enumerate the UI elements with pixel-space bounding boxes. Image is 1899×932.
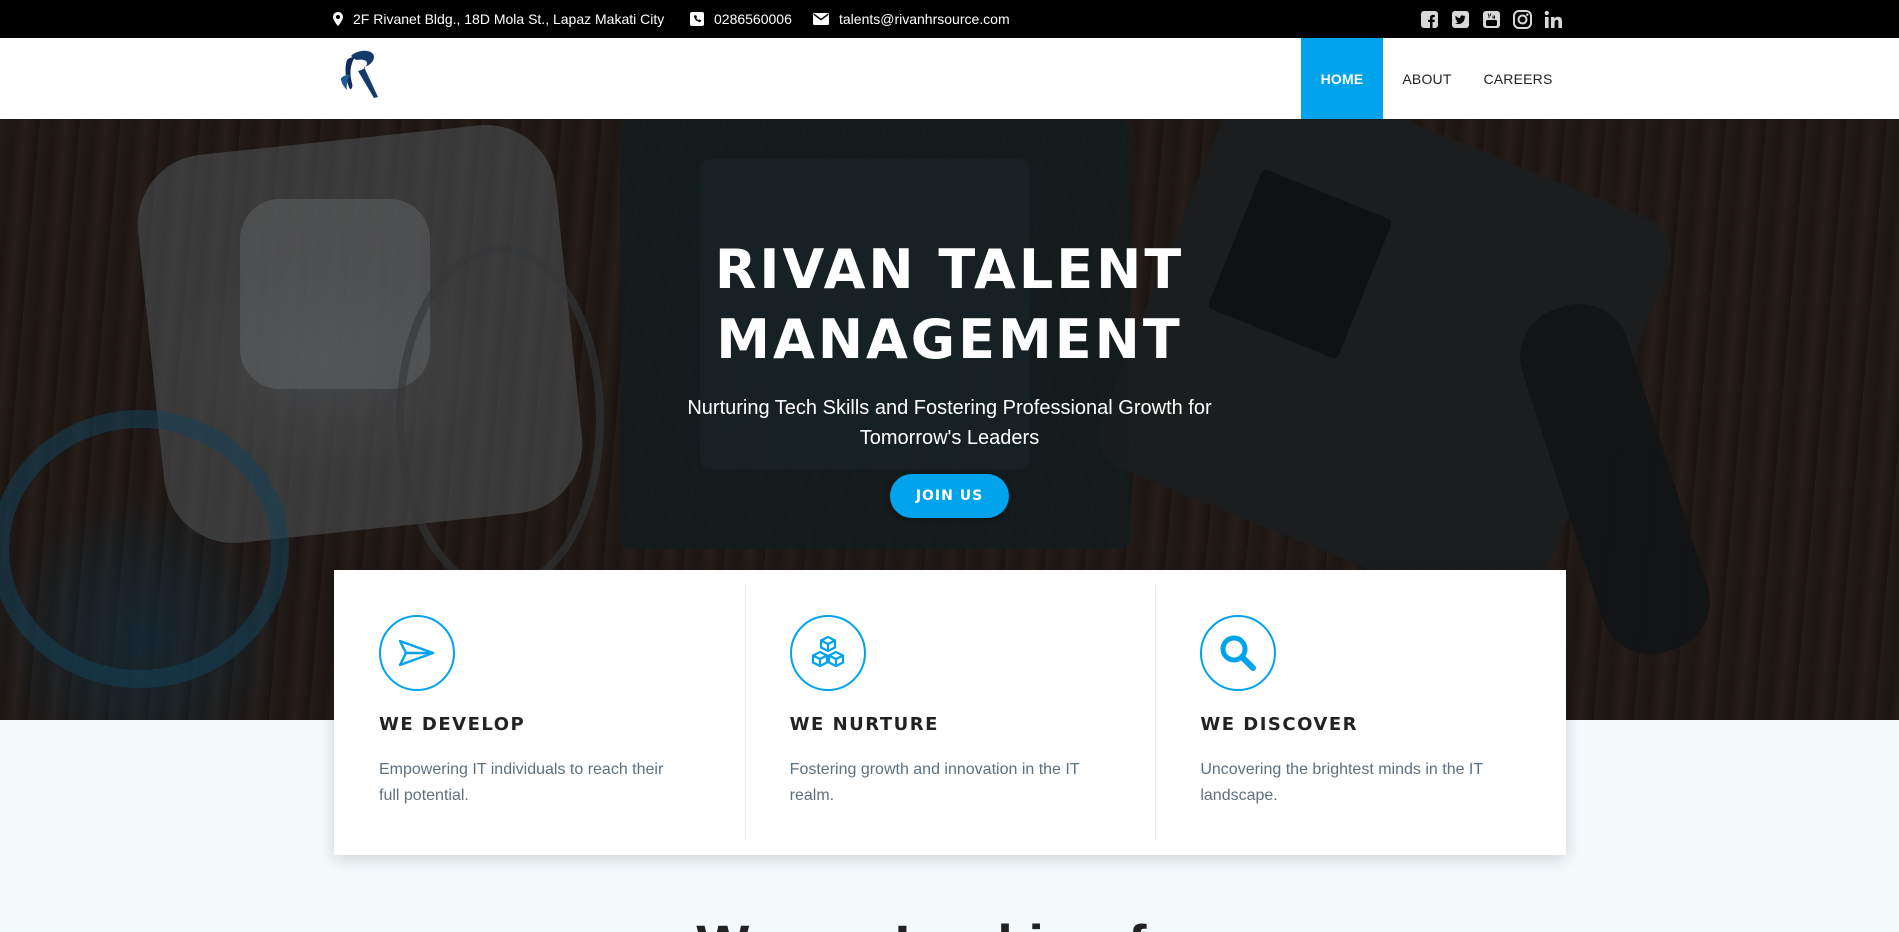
feature-discover: WE DISCOVER Uncovering the brightest min… [1155, 570, 1566, 855]
paper-plane-icon [379, 615, 455, 691]
email-text: talents@rivanhrsource.com [839, 11, 1010, 27]
hero-subtitle: Nurturing Tech Skills and Fostering Prof… [0, 393, 1899, 453]
feature-description-line-2: landscape. [1200, 787, 1278, 804]
feature-description-line-2: full potential. [379, 787, 469, 804]
feature-description-line-1: Fostering growth and innovation in the I… [789, 761, 1080, 778]
address-info: 2F Rivanet Bldg., 18D Mola St., Lapaz Ma… [333, 0, 664, 38]
feature-title: WE DEVELOP [379, 714, 526, 735]
hero-title: RIVAN TALENT MANAGEMENT [0, 235, 1899, 375]
search-icon [1200, 615, 1277, 691]
linkedin-icon[interactable] [1544, 10, 1563, 29]
nav-about[interactable]: ABOUT [1383, 38, 1471, 119]
join-us-button[interactable]: JOIN US [890, 474, 1009, 518]
twitter-icon[interactable] [1451, 10, 1470, 29]
social-links [1420, 0, 1563, 38]
feature-description-line-2: realm. [789, 787, 835, 804]
site-header: HOME ABOUT CAREERS [0, 38, 1899, 119]
feature-description: Empowering IT individuals to reach their… [379, 757, 700, 809]
phone-info[interactable]: 0286560006 [690, 0, 792, 38]
feature-description-line-1: Empowering IT individuals to reach their [379, 761, 664, 778]
feature-description-line-1: Uncovering the brightest minds in the IT [1200, 761, 1484, 778]
hero-subtitle-line-2: Tomorrow's Leaders [859, 427, 1040, 449]
facebook-icon[interactable] [1420, 10, 1439, 29]
feature-nurture: WE NURTURE Fostering growth and innovati… [744, 570, 1156, 855]
nav-careers[interactable]: CAREERS [1471, 38, 1565, 119]
address-text: 2F Rivanet Bldg., 18D Mola St., Lapaz Ma… [353, 11, 665, 27]
phone-icon [690, 12, 704, 26]
hero-subtitle-line-1: Nurturing Tech Skills and Fostering Prof… [687, 397, 1212, 419]
email-info[interactable]: talents@rivanhrsource.com [813, 0, 1010, 38]
youtube-icon[interactable] [1482, 10, 1501, 29]
features-panel: WE DEVELOP Empowering IT individuals to … [334, 570, 1566, 855]
section-heading: We are Looking for [0, 912, 1899, 932]
hero-title-line-2: MANAGEMENT [716, 308, 1183, 371]
map-marker-icon [333, 12, 343, 26]
rivan-logo-icon [341, 50, 378, 98]
top-bar: 2F Rivanet Bldg., 18D Mola St., Lapaz Ma… [0, 0, 1899, 38]
feature-description: Fostering growth and innovation in the I… [790, 757, 1111, 809]
feature-develop: WE DEVELOP Empowering IT individuals to … [334, 570, 745, 855]
instagram-icon[interactable] [1513, 9, 1532, 29]
phone-text: 0286560006 [714, 11, 792, 27]
hero-title-line-1: RIVAN TALENT [714, 238, 1185, 301]
feature-title: WE NURTURE [789, 714, 939, 735]
nav-home[interactable]: HOME [1301, 38, 1383, 119]
cubes-icon [789, 615, 866, 691]
feature-title: WE DISCOVER [1200, 714, 1358, 735]
main-nav: HOME ABOUT CAREERS [1301, 38, 1565, 119]
envelope-icon [813, 13, 829, 25]
company-logo[interactable] [337, 48, 389, 108]
feature-description: Uncovering the brightest minds in the IT… [1200, 757, 1521, 809]
